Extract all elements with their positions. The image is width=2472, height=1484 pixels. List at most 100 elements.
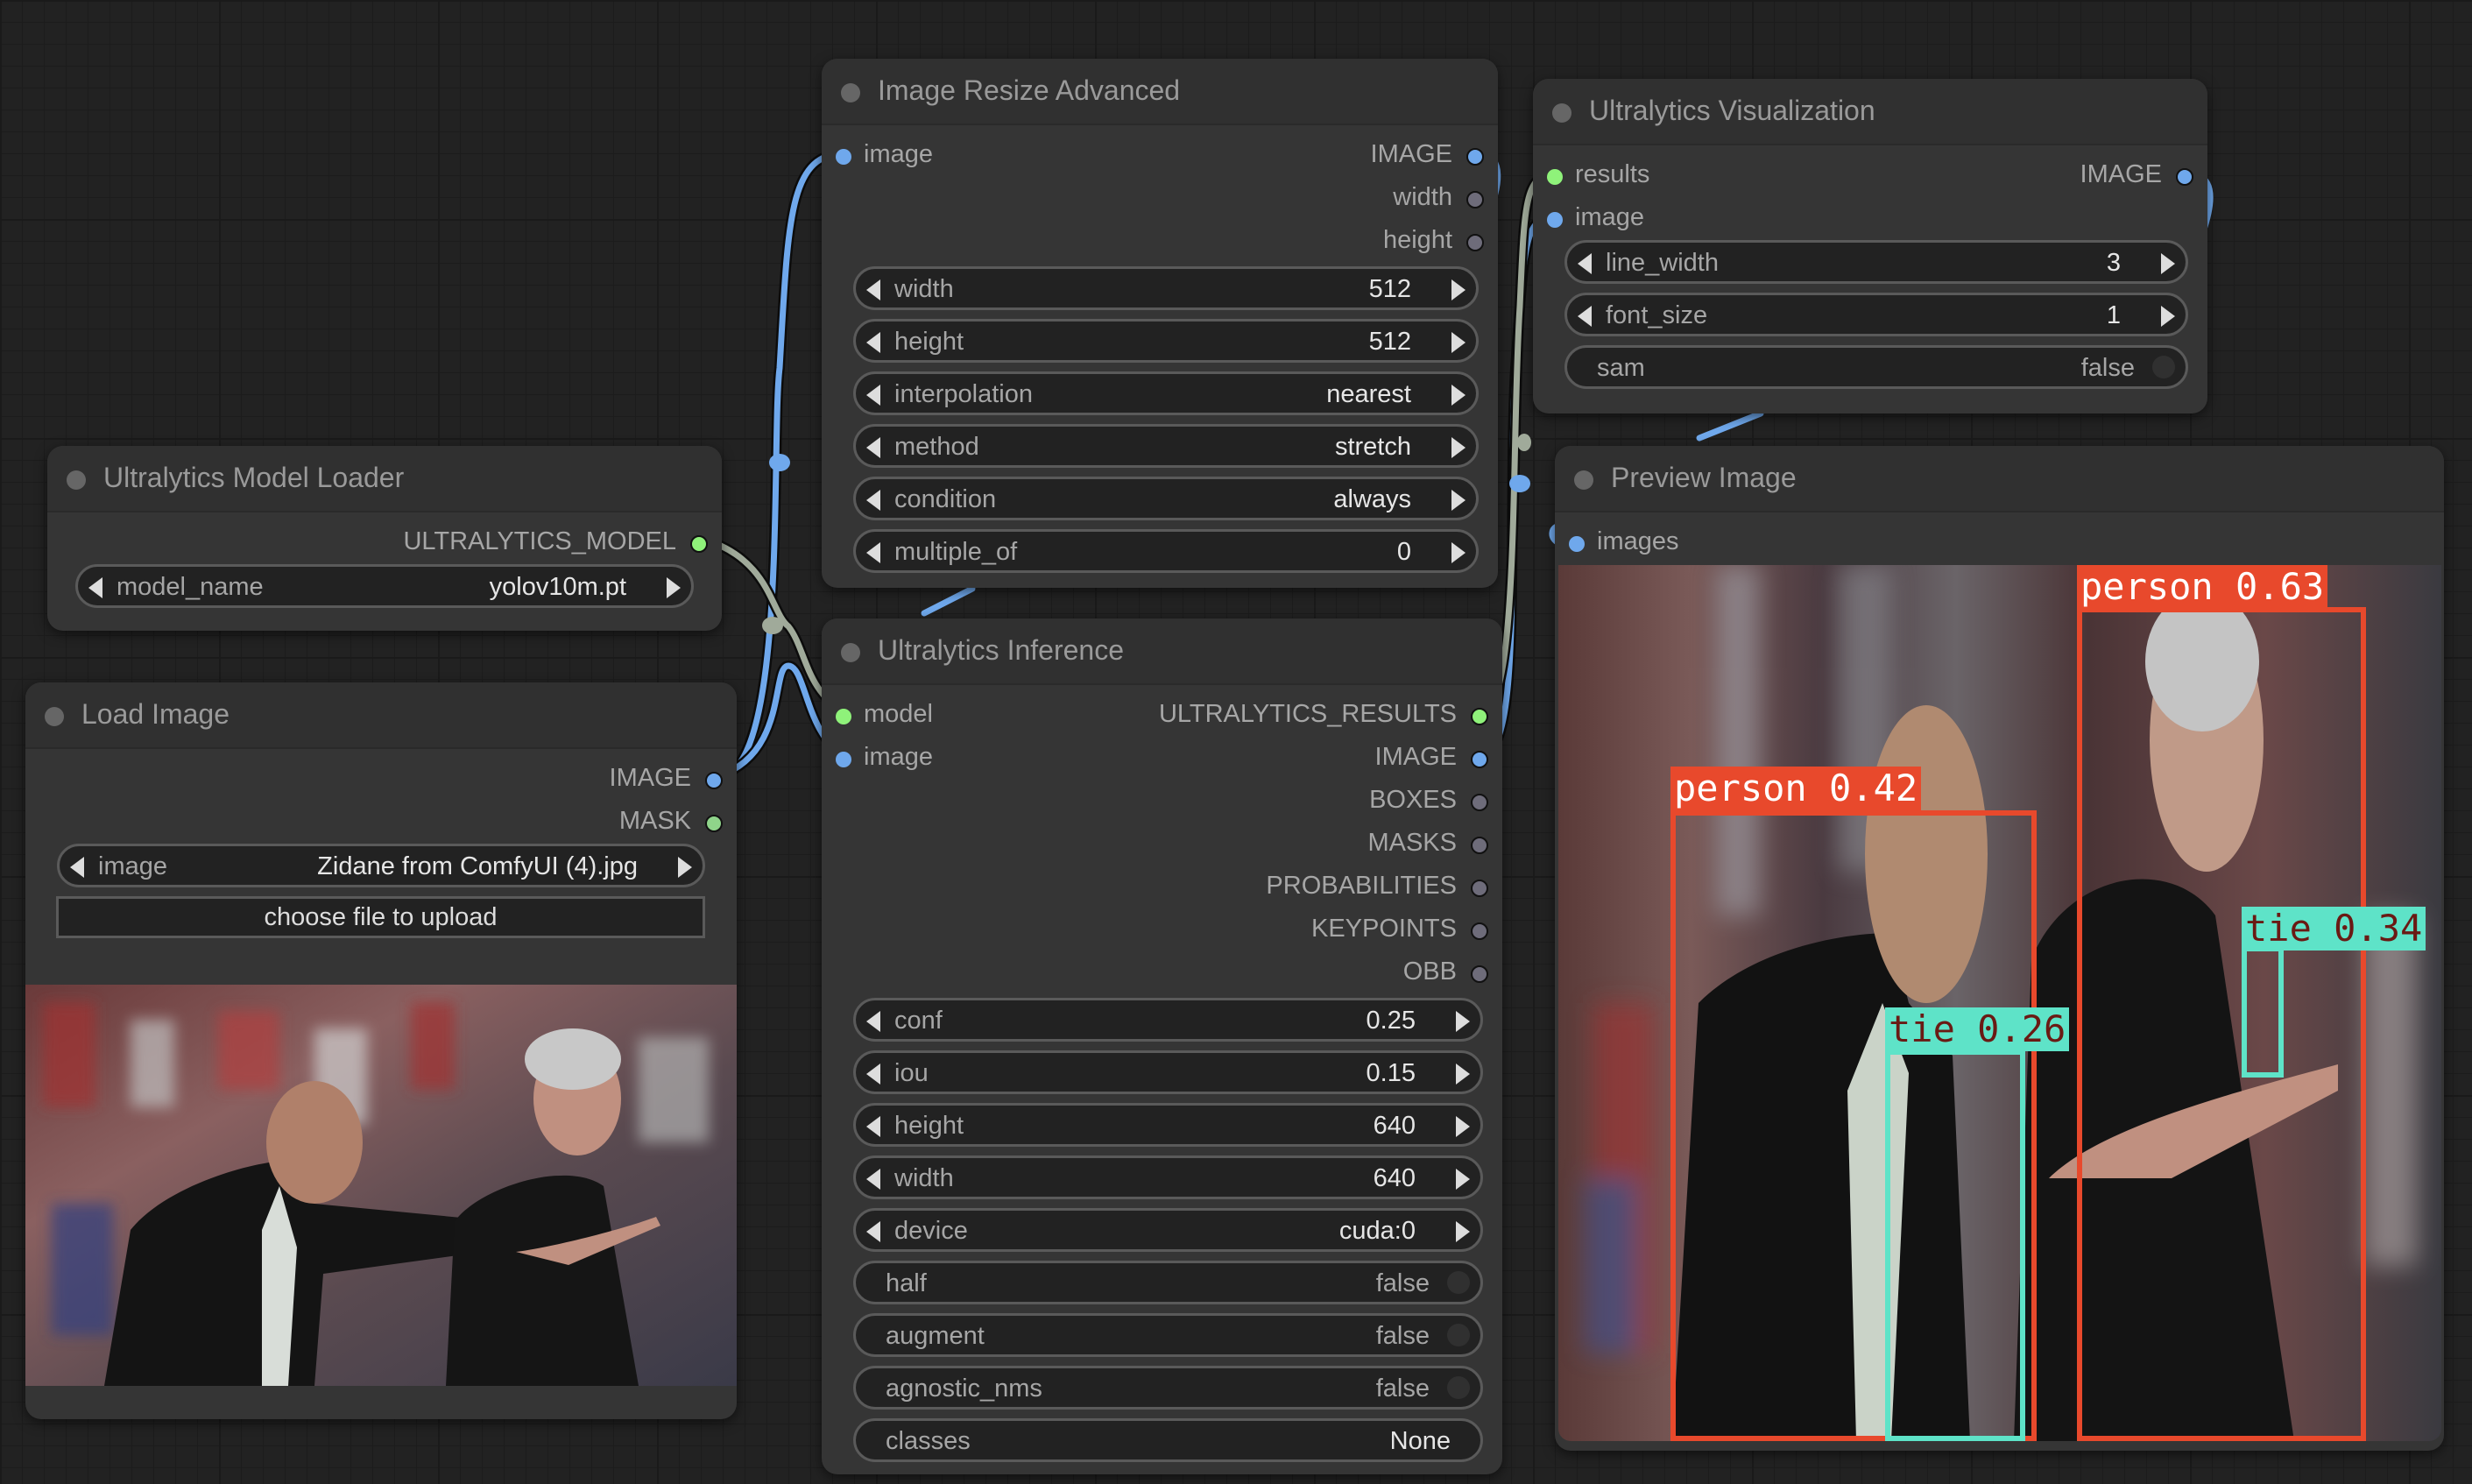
slot-dot-icon[interactable] (1471, 880, 1488, 897)
slot-row: KEYPOINTS (822, 908, 1502, 951)
toggle-augment[interactable]: augment false (853, 1313, 1483, 1357)
widget-method[interactable]: method stretch (853, 424, 1479, 468)
model-slot-dot-icon[interactable] (1547, 169, 1563, 185)
slot-dot-icon[interactable] (1471, 837, 1488, 854)
widget-line-width[interactable]: line_width 3 (1564, 240, 2188, 284)
node-header[interactable]: Ultralytics Inference (822, 618, 1502, 685)
collapse-dot-icon[interactable] (1552, 103, 1571, 123)
decrement-arrow-icon[interactable] (70, 857, 84, 878)
decrement-arrow-icon[interactable] (866, 490, 880, 511)
increment-arrow-icon[interactable] (1456, 1169, 1470, 1190)
widget-value: always (1333, 485, 1411, 513)
increment-arrow-icon[interactable] (1451, 385, 1466, 406)
toggle-knob-icon[interactable] (2152, 356, 2175, 378)
node-header[interactable]: Preview Image (1555, 446, 2444, 512)
decrement-arrow-icon[interactable] (866, 1116, 880, 1137)
widget-height[interactable]: height 640 (853, 1103, 1483, 1147)
increment-arrow-icon[interactable] (667, 577, 681, 598)
toggle-knob-icon[interactable] (1447, 1271, 1470, 1294)
decrement-arrow-icon[interactable] (866, 279, 880, 300)
decrement-arrow-icon[interactable] (866, 332, 880, 353)
model-slot-dot-icon[interactable] (690, 535, 708, 553)
node-load-image[interactable]: Load Image IMAGE MASK image Zidane from … (25, 682, 737, 1419)
increment-arrow-icon[interactable] (1456, 1064, 1470, 1085)
increment-arrow-icon[interactable] (2161, 253, 2175, 274)
widget-font-size[interactable]: font_size 1 (1564, 293, 2188, 336)
decrement-arrow-icon[interactable] (866, 1221, 880, 1242)
increment-arrow-icon[interactable] (2161, 306, 2175, 327)
node-header[interactable]: Image Resize Advanced (822, 59, 1498, 125)
widget-multiple-of[interactable]: multiple_of 0 (853, 529, 1479, 573)
upload-button[interactable]: choose file to upload (56, 896, 705, 938)
node-ultralytics-inference[interactable]: Ultralytics Inference model ULTRALYTICS_… (822, 618, 1502, 1474)
increment-arrow-icon[interactable] (1451, 279, 1466, 300)
increment-arrow-icon[interactable] (1456, 1221, 1470, 1242)
widget-interpolation[interactable]: interpolation nearest (853, 371, 1479, 415)
decrement-arrow-icon[interactable] (866, 385, 880, 406)
image-slot-dot-icon[interactable] (1569, 536, 1585, 552)
int-slot-dot-icon[interactable] (1466, 234, 1484, 251)
toggle-sam[interactable]: sam false (1564, 345, 2188, 389)
mask-slot-dot-icon[interactable] (705, 815, 723, 832)
increment-arrow-icon[interactable] (1451, 437, 1466, 458)
image-slot-dot-icon[interactable] (836, 752, 851, 767)
image-slot-dot-icon[interactable] (1466, 148, 1484, 166)
increment-arrow-icon[interactable] (1451, 490, 1466, 511)
increment-arrow-icon[interactable] (1451, 332, 1466, 353)
widget-iou[interactable]: iou 0.15 (853, 1050, 1483, 1094)
decrement-arrow-icon[interactable] (866, 1169, 880, 1190)
decrement-arrow-icon[interactable] (866, 437, 880, 458)
widget-height[interactable]: height 512 (853, 319, 1479, 363)
node-image-resize-advanced[interactable]: Image Resize Advanced image IMAGE width … (822, 59, 1498, 588)
toggle-knob-icon[interactable] (1447, 1324, 1470, 1346)
toggle-knob-icon[interactable] (1447, 1376, 1470, 1399)
collapse-dot-icon[interactable] (841, 643, 860, 662)
model-slot-dot-icon[interactable] (836, 709, 851, 724)
decrement-arrow-icon[interactable] (866, 1011, 880, 1032)
slot-dot-icon[interactable] (1471, 922, 1488, 940)
widget-device[interactable]: device cuda:0 (853, 1208, 1483, 1252)
image-slot-dot-icon[interactable] (705, 772, 723, 789)
node-model-loader[interactable]: Ultralytics Model Loader ULTRALYTICS_MOD… (47, 446, 722, 631)
widget-width[interactable]: width 512 (853, 266, 1479, 310)
decrement-arrow-icon[interactable] (1578, 306, 1592, 327)
decrement-arrow-icon[interactable] (88, 577, 102, 598)
widget-condition[interactable]: condition always (853, 477, 1479, 520)
widget-value: 0.15 (1366, 1059, 1416, 1087)
decrement-arrow-icon[interactable] (866, 542, 880, 563)
decrement-arrow-icon[interactable] (866, 1064, 880, 1085)
node-preview-image[interactable]: Preview Image images person 0.42 person … (1555, 446, 2444, 1451)
image-slot-dot-icon[interactable] (1547, 212, 1563, 228)
model-slot-dot-icon[interactable] (1471, 708, 1488, 725)
increment-arrow-icon[interactable] (1456, 1011, 1470, 1032)
image-slot-dot-icon[interactable] (836, 149, 851, 165)
increment-arrow-icon[interactable] (1451, 542, 1466, 563)
widget-value: 3 (2106, 249, 2121, 277)
collapse-dot-icon[interactable] (45, 707, 64, 726)
decrement-arrow-icon[interactable] (1578, 253, 1592, 274)
collapse-dot-icon[interactable] (1574, 470, 1593, 490)
increment-arrow-icon[interactable] (1456, 1116, 1470, 1137)
widget-width[interactable]: width 640 (853, 1155, 1483, 1199)
node-ultralytics-visualization[interactable]: Ultralytics Visualization results IMAGE … (1533, 79, 2207, 413)
node-header[interactable]: Ultralytics Visualization (1533, 79, 2207, 145)
detection-box-tie-2 (2242, 946, 2284, 1078)
toggle-agnostic-nms[interactable]: agnostic_nms false (853, 1366, 1483, 1410)
collapse-dot-icon[interactable] (67, 470, 86, 490)
widget-model-name[interactable]: model_name yolov10m.pt (75, 564, 694, 608)
image-slot-dot-icon[interactable] (1471, 751, 1488, 768)
widget-conf[interactable]: conf 0.25 (853, 998, 1483, 1042)
slot-dot-icon[interactable] (1471, 965, 1488, 983)
toggle-half[interactable]: half false (853, 1261, 1483, 1304)
image-slot-dot-icon[interactable] (2176, 168, 2193, 186)
int-slot-dot-icon[interactable] (1466, 191, 1484, 208)
node-header[interactable]: Load Image (25, 682, 737, 749)
widget-image-select[interactable]: image Zidane from ComfyUI (4).jpg (57, 844, 705, 887)
slot-dot-icon[interactable] (1471, 794, 1488, 811)
collapse-dot-icon[interactable] (841, 83, 860, 102)
widget-classes[interactable]: classes None (853, 1418, 1483, 1462)
slot-row: width (822, 177, 1498, 220)
node-header[interactable]: Ultralytics Model Loader (47, 446, 722, 512)
widget-value: 512 (1368, 328, 1411, 356)
increment-arrow-icon[interactable] (678, 857, 692, 878)
